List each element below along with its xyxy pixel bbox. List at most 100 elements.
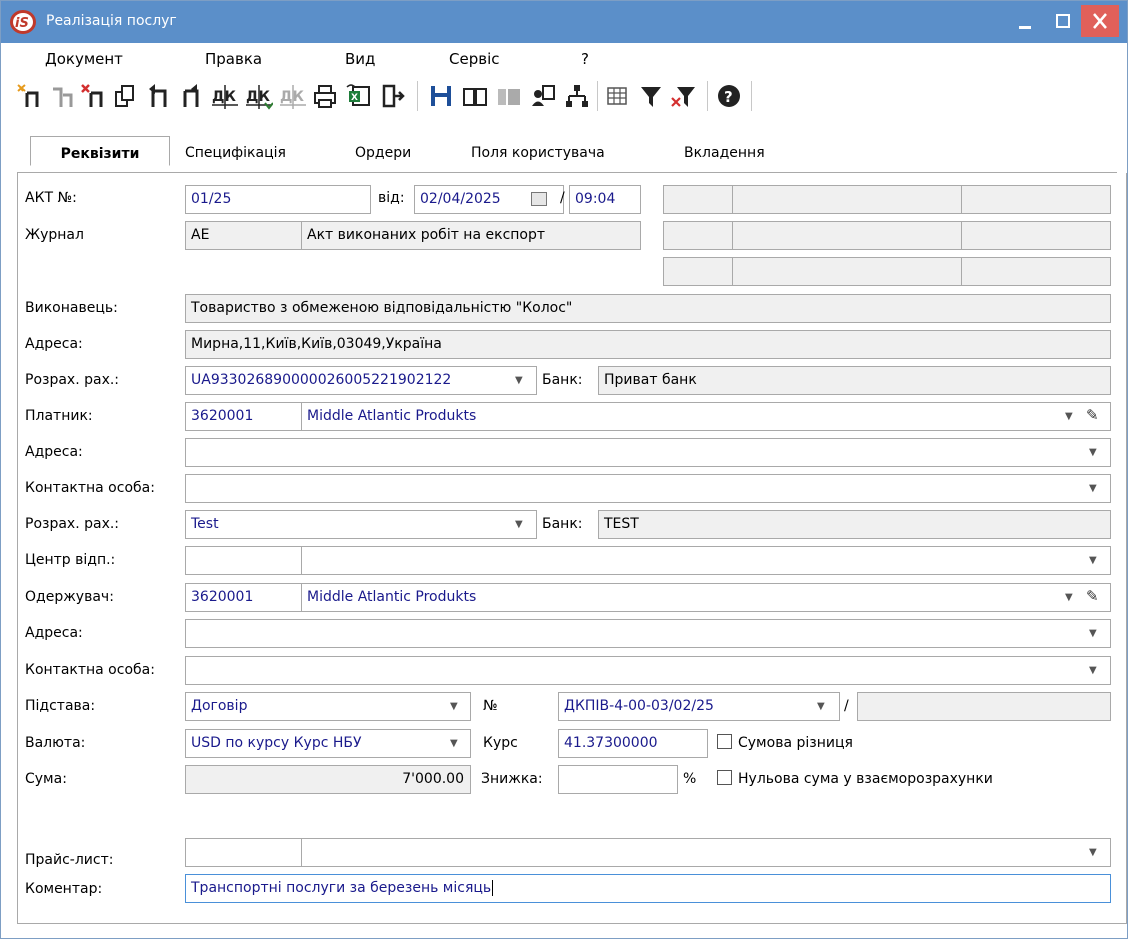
payer-name-field[interactable]: Middle Atlantic Produkts <box>301 402 1111 431</box>
help-icon[interactable]: ? <box>715 81 743 111</box>
close-button[interactable] <box>1081 5 1119 37</box>
chevron-down-icon[interactable]: ▼ <box>817 701 825 712</box>
dk-post-icon[interactable]: ДК <box>211 81 239 111</box>
exit-icon[interactable] <box>379 81 407 111</box>
chevron-down-icon[interactable]: ▼ <box>1089 447 1097 458</box>
delete-doc-icon[interactable] <box>79 81 107 111</box>
tab-specification[interactable]: Специфікація <box>185 145 286 173</box>
tab-requisites[interactable]: Реквізити <box>30 136 170 166</box>
currency-select[interactable]: USD по курсу Курс НБУ <box>185 729 471 758</box>
prev-doc-icon[interactable] <box>145 81 173 111</box>
svg-text:ДК: ДК <box>246 89 270 105</box>
svg-text:?: ? <box>724 88 733 106</box>
payer-address-select[interactable] <box>185 438 1111 467</box>
chevron-down-icon[interactable]: ▼ <box>1089 483 1097 494</box>
receiver-contact-select[interactable] <box>185 656 1111 685</box>
grid-icon[interactable] <box>603 81 631 111</box>
info-cell <box>732 221 962 250</box>
toolbar-separator <box>417 81 418 111</box>
receiver-name-field[interactable]: Middle Atlantic Produkts <box>301 583 1111 612</box>
payer-bank-label: Банк: <box>542 516 583 532</box>
receiver-label: Одержувач: <box>25 589 114 605</box>
receiver-address-select[interactable] <box>185 619 1111 648</box>
save-icon[interactable] <box>427 81 455 111</box>
maximize-button[interactable] <box>1045 1 1081 43</box>
journal-label: Журнал <box>25 227 84 243</box>
comment-label: Коментар: <box>25 881 103 897</box>
copy-icon[interactable] <box>111 81 139 111</box>
toolbar-separator <box>707 81 708 111</box>
calendar-icon[interactable] <box>531 192 547 206</box>
new-doc-icon[interactable] <box>15 81 43 111</box>
contract-no-label: № <box>483 698 498 714</box>
menu-edit[interactable]: Правка <box>205 50 262 68</box>
user-link-icon[interactable] <box>529 81 557 111</box>
close-icon <box>1093 13 1107 29</box>
chevron-down-icon[interactable]: ▼ <box>1089 847 1097 858</box>
chevron-down-icon[interactable]: ▼ <box>1065 411 1073 422</box>
edit-pencil-icon[interactable]: ✎ <box>1086 406 1099 424</box>
act-number-field[interactable]: 01/25 <box>185 185 371 214</box>
payer-contact-select[interactable] <box>185 474 1111 503</box>
chevron-down-icon[interactable]: ▼ <box>515 519 523 530</box>
sum-label: Сума: <box>25 771 67 787</box>
payer-address-label: Адреса: <box>25 444 83 460</box>
chevron-down-icon[interactable]: ▼ <box>450 738 458 749</box>
comment-input[interactable]: Транспортні послуги за березень місяць <box>185 874 1111 903</box>
contract-extra-field <box>857 692 1111 721</box>
receiver-code-field[interactable]: 3620001 <box>185 583 302 612</box>
svg-text:X: X <box>351 93 358 103</box>
center-name-select[interactable] <box>301 546 1111 575</box>
zero-sum-checkbox[interactable] <box>717 770 732 785</box>
pricelist-label: Прайс-лист: <box>25 852 114 868</box>
chevron-down-icon[interactable]: ▼ <box>1089 665 1097 676</box>
discount-field[interactable] <box>558 765 678 794</box>
tab-attachments[interactable]: Вкладення <box>684 145 765 173</box>
tab-user-fields[interactable]: Поля користувача <box>471 145 605 173</box>
chevron-down-icon[interactable]: ▼ <box>1065 592 1073 603</box>
receiver-address-label: Адреса: <box>25 625 83 641</box>
print-icon[interactable] <box>311 81 339 111</box>
payer-account-select[interactable]: Test <box>185 510 537 539</box>
pricelist-code-field[interactable] <box>185 838 302 867</box>
center-code-field[interactable] <box>185 546 302 575</box>
pricelist-name-select[interactable] <box>301 838 1111 867</box>
tab-orders[interactable]: Ордери <box>355 145 411 173</box>
receiver-contact-label: Контактна особа: <box>25 662 155 678</box>
payer-label: Платник: <box>25 408 93 424</box>
chevron-down-icon[interactable]: ▼ <box>1089 628 1097 639</box>
discount-label: Знижка: <box>481 771 543 787</box>
folder-icon[interactable] <box>495 81 523 111</box>
minimize-button[interactable] <box>1007 1 1043 43</box>
menu-view[interactable]: Вид <box>345 50 375 68</box>
hierarchy-icon[interactable] <box>563 81 591 111</box>
currency-label: Валюта: <box>25 735 86 751</box>
next-doc-icon[interactable] <box>177 81 205 111</box>
menu-bar: Документ Правка Вид Сервіс ? <box>1 43 1127 71</box>
chevron-down-icon[interactable]: ▼ <box>515 375 523 386</box>
menu-document[interactable]: Документ <box>45 50 123 68</box>
journal-code-field: AE <box>185 221 302 250</box>
rate-field[interactable]: 41.37300000 <box>558 729 708 758</box>
chevron-down-icon[interactable]: ▼ <box>1089 555 1097 566</box>
svg-text:ДК: ДК <box>280 89 304 105</box>
copy-props-icon[interactable] <box>47 81 75 111</box>
time-field[interactable]: 09:04 <box>569 185 641 214</box>
open-book-icon[interactable] <box>461 81 489 111</box>
basis-select[interactable]: Договір <box>185 692 471 721</box>
clear-filter-icon[interactable] <box>669 81 697 111</box>
chevron-down-icon[interactable]: ▼ <box>450 701 458 712</box>
contract-no-select[interactable]: ДКПІВ-4-00-03/02/25 <box>558 692 840 721</box>
filter-icon[interactable] <box>637 81 665 111</box>
executor-account-select[interactable]: UA933026890000026005221902122 <box>185 366 537 395</box>
sum-difference-checkbox[interactable] <box>717 734 732 749</box>
menu-service[interactable]: Сервіс <box>449 50 499 68</box>
export-excel-icon[interactable]: X <box>345 81 373 111</box>
payer-code-field[interactable]: 3620001 <box>185 402 302 431</box>
dk-post-alt-icon[interactable]: ДК <box>245 81 273 111</box>
dk-cancel-icon[interactable]: ДК <box>279 81 307 111</box>
date-from-label: від: <box>378 190 405 206</box>
menu-help[interactable]: ? <box>581 50 589 68</box>
rate-label: Курс <box>483 735 518 751</box>
edit-pencil-icon[interactable]: ✎ <box>1086 587 1099 605</box>
